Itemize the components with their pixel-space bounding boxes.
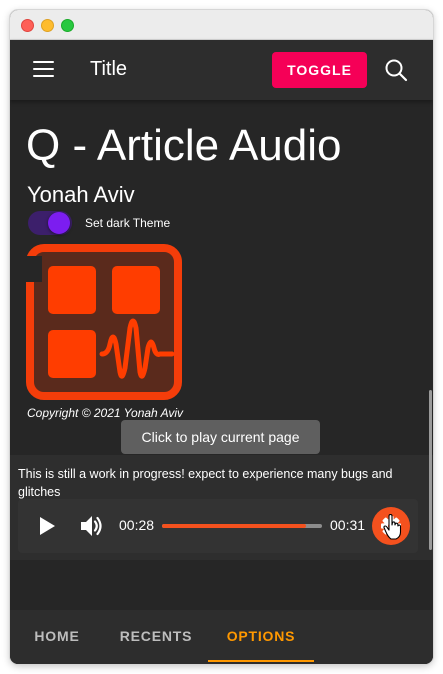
- dark-theme-switch[interactable]: [26, 208, 74, 238]
- main-content: Q - Article Audio Yonah Aviv Set dark Th…: [10, 100, 433, 610]
- current-time: 00:28: [119, 517, 155, 533]
- tab-home[interactable]: HOME: [10, 610, 104, 660]
- app-window: Title TOGGLE Q - Article Audio Yonah Avi…: [10, 10, 433, 664]
- app-title: Title: [90, 58, 128, 80]
- page-title: Q - Article Audio: [26, 121, 342, 170]
- window-titlebar: [10, 10, 433, 40]
- play-tooltip: Click to play current page: [121, 420, 320, 454]
- notice-text: This is still a work in progress! expect…: [18, 467, 393, 499]
- dark-theme-switch-label: Set dark Theme: [85, 216, 171, 230]
- active-tab-indicator: [208, 660, 314, 662]
- tab-recents[interactable]: RECENTS: [104, 610, 208, 660]
- play-icon[interactable]: [34, 514, 58, 538]
- search-icon[interactable]: [384, 58, 408, 82]
- minimize-window-button[interactable]: [41, 19, 54, 32]
- hand-cursor-icon: [383, 514, 402, 540]
- switch-thumb: [48, 212, 70, 234]
- app-logo-icon: [26, 244, 182, 400]
- author-name: Yonah Aviv: [27, 182, 135, 207]
- copyright-text: Copyright © 2021 Yonah Aviv: [27, 406, 184, 420]
- content-scrollbar[interactable]: [429, 390, 432, 550]
- tab-options[interactable]: OPTIONS: [208, 610, 314, 660]
- toggle-button[interactable]: TOGGLE: [272, 52, 367, 88]
- progress-fill: [162, 524, 306, 528]
- audio-player: 00:28 00:31: [18, 499, 418, 553]
- volume-icon[interactable]: [78, 513, 104, 539]
- total-time: 00:31: [330, 517, 366, 533]
- maximize-window-button[interactable]: [61, 19, 74, 32]
- bottom-navigation: HOME RECENTS OPTIONS: [10, 610, 433, 664]
- app-bar: Title TOGGLE: [10, 40, 433, 100]
- progress-slider[interactable]: [162, 524, 322, 528]
- menu-icon[interactable]: [33, 61, 54, 79]
- close-window-button[interactable]: [21, 19, 34, 32]
